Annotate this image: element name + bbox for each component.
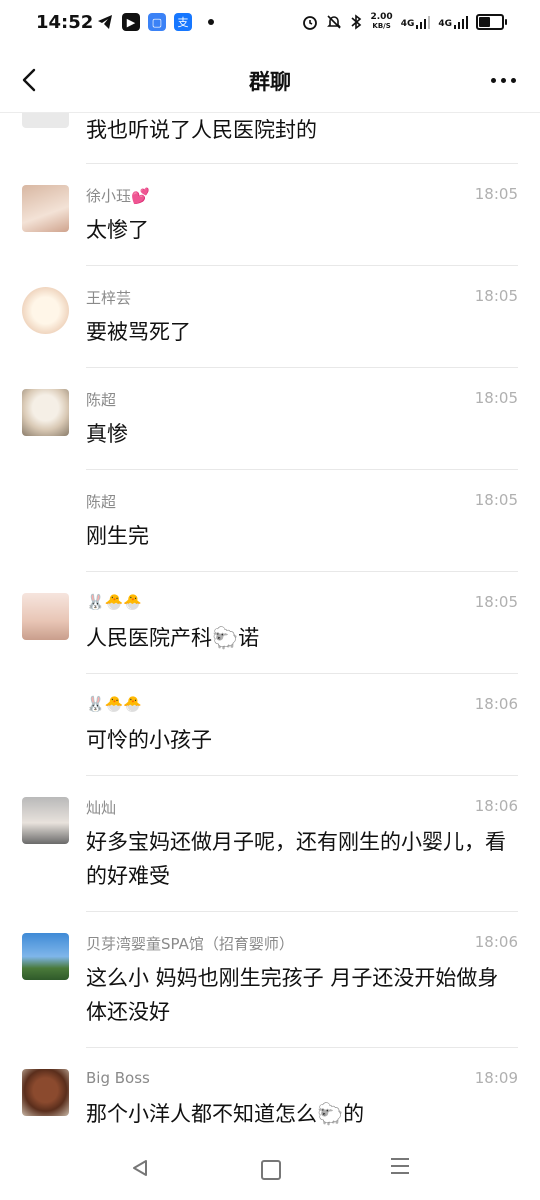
nav-bar: 群聊 — [0, 48, 540, 113]
avatar[interactable] — [22, 287, 69, 334]
message-time: 18:06 — [474, 695, 518, 713]
alarm-icon — [303, 16, 318, 30]
signal-bars-icon — [416, 15, 431, 29]
alipay-icon: 支 — [174, 13, 192, 31]
message-text: 好多宝妈还做月子呢，还有刚生的小婴儿，看的好难受 — [86, 830, 506, 888]
battery-level — [479, 17, 490, 27]
message-text: 真惨 — [86, 422, 128, 446]
youtube-icon: ▶ — [122, 13, 140, 31]
signal-1: 4G — [401, 15, 431, 29]
status-bar: 14:52 ▶ ▢ 支 2.00 KB/S 4G 4G — [0, 0, 540, 48]
message-text: 我也听说了人民医院封的 — [86, 118, 317, 142]
message-text: 太惨了 — [86, 218, 149, 242]
sender-name: 贝芽湾婴童SPA馆（招育婴师） — [86, 935, 294, 953]
divider — [86, 469, 518, 470]
divider — [86, 163, 518, 164]
divider — [86, 911, 518, 912]
nav-recents-icon[interactable] — [391, 1158, 409, 1174]
divider — [86, 1047, 518, 1048]
message-text: 这么小 妈妈也刚生完孩子 月子还没开始做身体还没好 — [86, 966, 499, 1024]
sender-name: 🐰🐣🐣 — [86, 695, 143, 713]
avatar[interactable] — [22, 113, 69, 128]
nav-back-icon[interactable] — [130, 1158, 150, 1178]
sender-name: Big Boss — [86, 1069, 150, 1087]
network-type-2: 4G — [438, 19, 452, 29]
system-nav-bar — [0, 1140, 540, 1200]
network-speed-unit: KB/S — [372, 22, 391, 30]
message-time: 18:06 — [474, 797, 518, 815]
avatar[interactable] — [22, 593, 69, 640]
network-speed: 2.00 KB/S — [370, 13, 392, 31]
status-time: 14:52 — [36, 12, 94, 33]
sender-name: 🐰🐣🐣 — [86, 593, 143, 611]
sender-name: 陈超 — [86, 391, 117, 409]
message-time: 18:05 — [474, 185, 518, 203]
sender-name: 徐小珏💕 — [86, 187, 150, 205]
notification-icons: ▶ ▢ 支 — [96, 13, 214, 31]
page-title: 群聊 — [249, 70, 291, 94]
app-icon: ▢ — [148, 13, 166, 31]
divider — [86, 775, 518, 776]
divider — [86, 265, 518, 266]
avatar[interactable] — [22, 933, 69, 980]
divider — [86, 673, 518, 674]
nav-home-icon[interactable] — [261, 1160, 281, 1180]
message-text: 人民医院产科🐑诺 — [86, 626, 260, 650]
sender-name: 王梓芸 — [86, 289, 132, 307]
message-time: 18:05 — [474, 593, 518, 611]
message-text: 可怜的小孩子 — [86, 728, 212, 752]
signal-bars-icon — [454, 15, 468, 29]
system-icons: 2.00 KB/S 4G 4G — [302, 13, 507, 31]
telegram-icon — [98, 15, 112, 29]
message-time: 18:05 — [474, 491, 518, 509]
divider — [86, 367, 518, 368]
avatar[interactable] — [22, 797, 69, 844]
message-time: 18:05 — [474, 287, 518, 305]
message-text: 刚生完 — [86, 524, 149, 548]
sender-name: 陈超 — [86, 493, 117, 511]
avatar[interactable] — [22, 389, 69, 436]
message-text: 那个小洋人都不知道怎么🐑的 — [86, 1102, 365, 1126]
network-type-1: 4G — [400, 19, 415, 29]
bluetooth-icon — [351, 14, 362, 30]
divider — [86, 571, 518, 572]
more-notifications-dot — [208, 19, 214, 25]
more-options-icon[interactable] — [491, 78, 516, 83]
avatar[interactable] — [22, 185, 69, 232]
signal-2: 4G — [438, 15, 468, 29]
message-list[interactable]: 我也听说了人民医院封的 徐小珏💕 18:05 太惨了 王梓芸 18:05 要被骂… — [0, 113, 540, 1139]
message-time: 18:09 — [474, 1069, 518, 1087]
battery-icon — [476, 14, 507, 30]
sender-name: 灿灿 — [86, 799, 117, 817]
avatar[interactable] — [22, 1069, 69, 1116]
message-time: 18:06 — [474, 933, 518, 951]
network-speed-value: 2.00 — [370, 12, 393, 22]
mute-icon — [327, 15, 342, 29]
message-text: 要被骂死了 — [86, 320, 191, 344]
message-time: 18:05 — [474, 389, 518, 407]
